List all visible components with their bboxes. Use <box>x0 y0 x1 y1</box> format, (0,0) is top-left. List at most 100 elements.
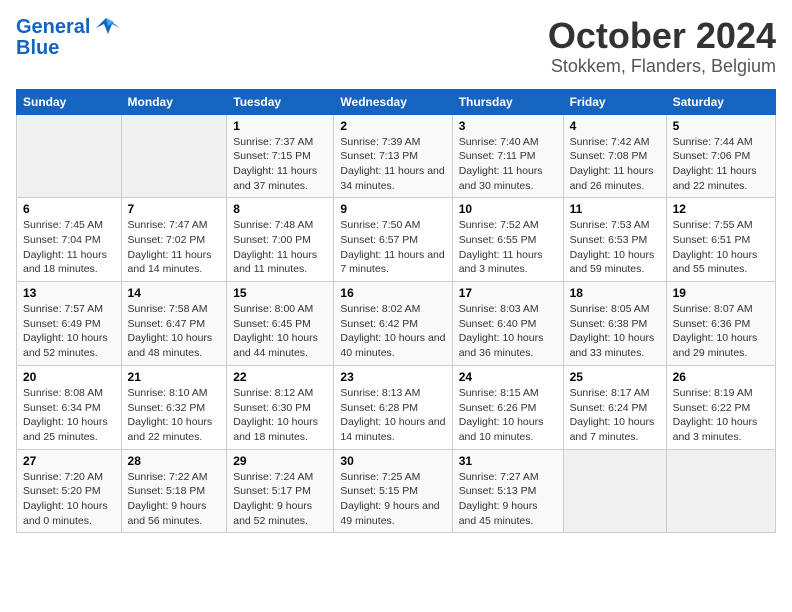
daylight-text: Daylight: 9 hours and 49 minutes. <box>340 499 445 528</box>
day-info: Sunrise: 8:08 AMSunset: 6:34 PMDaylight:… <box>23 386 115 445</box>
calendar-cell <box>563 449 666 533</box>
daylight-text: Daylight: 10 hours and 33 minutes. <box>570 331 660 360</box>
calendar-cell: 14Sunrise: 7:58 AMSunset: 6:47 PMDayligh… <box>121 282 227 366</box>
day-info: Sunrise: 8:19 AMSunset: 6:22 PMDaylight:… <box>673 386 769 445</box>
sunrise-text: Sunrise: 7:27 AM <box>459 470 557 485</box>
calendar-cell: 12Sunrise: 7:55 AMSunset: 6:51 PMDayligh… <box>666 198 775 282</box>
calendar-cell: 25Sunrise: 8:17 AMSunset: 6:24 PMDayligh… <box>563 365 666 449</box>
day-number: 10 <box>459 202 557 216</box>
sunrise-text: Sunrise: 7:45 AM <box>23 218 115 233</box>
day-info: Sunrise: 7:55 AMSunset: 6:51 PMDaylight:… <box>673 218 769 277</box>
logo-text-blue: Blue <box>16 38 59 58</box>
day-number: 22 <box>233 370 327 384</box>
sunset-text: Sunset: 7:11 PM <box>459 149 557 164</box>
calendar-cell: 18Sunrise: 8:05 AMSunset: 6:38 PMDayligh… <box>563 282 666 366</box>
day-number: 9 <box>340 202 445 216</box>
sunrise-text: Sunrise: 7:37 AM <box>233 135 327 150</box>
day-number: 30 <box>340 454 445 468</box>
calendar-cell <box>121 114 227 198</box>
sunset-text: Sunset: 6:34 PM <box>23 401 115 416</box>
day-number: 4 <box>570 119 660 133</box>
day-info: Sunrise: 7:48 AMSunset: 7:00 PMDaylight:… <box>233 218 327 277</box>
sunrise-text: Sunrise: 7:44 AM <box>673 135 769 150</box>
header-cell-monday: Monday <box>121 89 227 114</box>
daylight-text: Daylight: 10 hours and 3 minutes. <box>673 415 769 444</box>
daylight-text: Daylight: 11 hours and 14 minutes. <box>128 248 221 277</box>
calendar-cell: 29Sunrise: 7:24 AMSunset: 5:17 PMDayligh… <box>227 449 334 533</box>
day-info: Sunrise: 7:44 AMSunset: 7:06 PMDaylight:… <box>673 135 769 194</box>
sunrise-text: Sunrise: 7:25 AM <box>340 470 445 485</box>
sunrise-text: Sunrise: 7:55 AM <box>673 218 769 233</box>
day-number: 24 <box>459 370 557 384</box>
day-number: 28 <box>128 454 221 468</box>
day-number: 23 <box>340 370 445 384</box>
sunrise-text: Sunrise: 8:00 AM <box>233 302 327 317</box>
sunset-text: Sunset: 7:13 PM <box>340 149 445 164</box>
calendar-cell: 15Sunrise: 8:00 AMSunset: 6:45 PMDayligh… <box>227 282 334 366</box>
day-info: Sunrise: 7:37 AMSunset: 7:15 PMDaylight:… <box>233 135 327 194</box>
daylight-text: Daylight: 10 hours and 7 minutes. <box>570 415 660 444</box>
day-info: Sunrise: 7:52 AMSunset: 6:55 PMDaylight:… <box>459 218 557 277</box>
day-number: 21 <box>128 370 221 384</box>
sunset-text: Sunset: 6:22 PM <box>673 401 769 416</box>
sunrise-text: Sunrise: 7:39 AM <box>340 135 445 150</box>
day-number: 7 <box>128 202 221 216</box>
sunset-text: Sunset: 6:30 PM <box>233 401 327 416</box>
sunrise-text: Sunrise: 7:48 AM <box>233 218 327 233</box>
sunset-text: Sunset: 6:51 PM <box>673 233 769 248</box>
daylight-text: Daylight: 9 hours and 56 minutes. <box>128 499 221 528</box>
sunrise-text: Sunrise: 8:19 AM <box>673 386 769 401</box>
daylight-text: Daylight: 11 hours and 3 minutes. <box>459 248 557 277</box>
day-info: Sunrise: 7:57 AMSunset: 6:49 PMDaylight:… <box>23 302 115 361</box>
sunrise-text: Sunrise: 8:08 AM <box>23 386 115 401</box>
sunset-text: Sunset: 7:08 PM <box>570 149 660 164</box>
page-subtitle: Stokkem, Flanders, Belgium <box>548 56 776 77</box>
sunset-text: Sunset: 5:17 PM <box>233 484 327 499</box>
sunset-text: Sunset: 6:24 PM <box>570 401 660 416</box>
calendar-cell: 1 Sunrise: 7:37 AMSunset: 7:15 PMDaylight… <box>227 114 334 198</box>
calendar-cell <box>666 449 775 533</box>
day-info: Sunrise: 8:15 AMSunset: 6:26 PMDaylight:… <box>459 386 557 445</box>
sunset-text: Sunset: 6:55 PM <box>459 233 557 248</box>
calendar-cell: 17Sunrise: 8:03 AMSunset: 6:40 PMDayligh… <box>452 282 563 366</box>
sunrise-text: Sunrise: 8:03 AM <box>459 302 557 317</box>
sunset-text: Sunset: 7:02 PM <box>128 233 221 248</box>
daylight-text: Daylight: 10 hours and 44 minutes. <box>233 331 327 360</box>
sunset-text: Sunset: 6:28 PM <box>340 401 445 416</box>
day-info: Sunrise: 7:39 AMSunset: 7:13 PMDaylight:… <box>340 135 445 194</box>
day-number: 15 <box>233 286 327 300</box>
day-info: Sunrise: 7:47 AMSunset: 7:02 PMDaylight:… <box>128 218 221 277</box>
day-number: 19 <box>673 286 769 300</box>
logo: General Blue <box>16 16 120 58</box>
calendar-body: 1 Sunrise: 7:37 AMSunset: 7:15 PMDaylight… <box>17 114 776 533</box>
header-cell-friday: Friday <box>563 89 666 114</box>
sunrise-text: Sunrise: 7:50 AM <box>340 218 445 233</box>
daylight-text: Daylight: 10 hours and 22 minutes. <box>128 415 221 444</box>
sunset-text: Sunset: 6:36 PM <box>673 317 769 332</box>
logo-text-general: General <box>16 17 90 37</box>
daylight-text: Daylight: 10 hours and 59 minutes. <box>570 248 660 277</box>
day-number: 1 <box>233 119 327 133</box>
calendar-cell: 3Sunrise: 7:40 AMSunset: 7:11 PMDaylight… <box>452 114 563 198</box>
sunrise-text: Sunrise: 8:10 AM <box>128 386 221 401</box>
day-info: Sunrise: 8:03 AMSunset: 6:40 PMDaylight:… <box>459 302 557 361</box>
daylight-text: Daylight: 10 hours and 40 minutes. <box>340 331 445 360</box>
sunrise-text: Sunrise: 7:57 AM <box>23 302 115 317</box>
calendar-cell: 22Sunrise: 8:12 AMSunset: 6:30 PMDayligh… <box>227 365 334 449</box>
sunrise-text: Sunrise: 8:15 AM <box>459 386 557 401</box>
day-number: 26 <box>673 370 769 384</box>
daylight-text: Daylight: 10 hours and 36 minutes. <box>459 331 557 360</box>
daylight-text: Daylight: 10 hours and 25 minutes. <box>23 415 115 444</box>
sunrise-text: Sunrise: 7:24 AM <box>233 470 327 485</box>
calendar-cell: 20Sunrise: 8:08 AMSunset: 6:34 PMDayligh… <box>17 365 122 449</box>
sunrise-text: Sunrise: 8:02 AM <box>340 302 445 317</box>
calendar-cell: 2Sunrise: 7:39 AMSunset: 7:13 PMDaylight… <box>334 114 452 198</box>
week-row-2: 6Sunrise: 7:45 AMSunset: 7:04 PMDaylight… <box>17 198 776 282</box>
week-row-3: 13Sunrise: 7:57 AMSunset: 6:49 PMDayligh… <box>17 282 776 366</box>
day-info: Sunrise: 7:40 AMSunset: 7:11 PMDaylight:… <box>459 135 557 194</box>
page-header: General Blue October 2024 Stokkem, Fland… <box>16 16 776 77</box>
daylight-text: Daylight: 11 hours and 22 minutes. <box>673 164 769 193</box>
daylight-text: Daylight: 9 hours and 52 minutes. <box>233 499 327 528</box>
header-cell-tuesday: Tuesday <box>227 89 334 114</box>
calendar-cell: 16Sunrise: 8:02 AMSunset: 6:42 PMDayligh… <box>334 282 452 366</box>
